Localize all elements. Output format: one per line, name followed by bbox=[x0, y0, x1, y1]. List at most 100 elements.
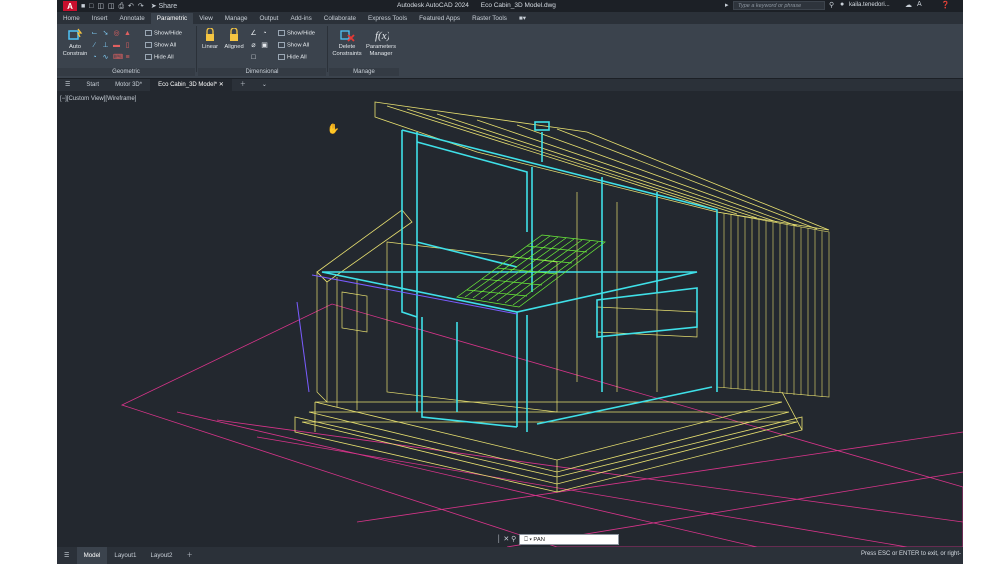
command-value: PAN bbox=[533, 536, 545, 543]
dimensional-show-hide-button[interactable]: Show/Hide bbox=[278, 30, 315, 37]
ribbon-tab-view[interactable]: View bbox=[193, 13, 219, 24]
layout-tab-model[interactable]: Model bbox=[76, 547, 108, 564]
ribbon-tab-featured-apps[interactable]: Featured Apps bbox=[413, 13, 466, 24]
dim-type-icon[interactable]: □ bbox=[250, 54, 257, 61]
geometric-show-all-button[interactable]: Show All bbox=[145, 42, 176, 49]
command-input[interactable]: ⎕ ▾ PAN bbox=[519, 533, 620, 545]
dimensional-panel: Linear Aligned ∠ ◔ ⌀ ▣ □ Show/Hide Show … bbox=[198, 26, 326, 76]
pan-hand-icon: ✋ bbox=[327, 122, 339, 135]
title-bar: A ■ □ ◫ ◫ ⎙ ↶ ↷ ➤ Share Autodesk AutoCAD… bbox=[57, 0, 963, 12]
diameter-icon[interactable]: ⌀ bbox=[250, 42, 257, 49]
status-bar: ☰ Model Layout1 Layout2 ＋ Press ESC or E… bbox=[57, 547, 963, 564]
layout-tab-layout1[interactable]: Layout1 bbox=[107, 547, 143, 564]
angular-icon[interactable]: ∠ bbox=[250, 30, 257, 37]
command-line-icons[interactable]: │ ✕ ⚲ bbox=[497, 535, 516, 543]
collinear-icon[interactable]: ➘ bbox=[102, 30, 109, 37]
cart-icon[interactable]: ☁ bbox=[905, 1, 912, 9]
ribbon-tab-add-ins[interactable]: Add-ins bbox=[284, 13, 317, 24]
right-wall-slats bbox=[716, 211, 830, 398]
status-message: Press ESC or ENTER to exit, or right- bbox=[860, 551, 961, 557]
ribbon-panel: Auto Constrain ⌙ ➘ ◎ ▲ ∕ ⊥ ▬ ▯ ◔ ∿ ⌨ ≡ S… bbox=[57, 24, 963, 79]
cyan-frame bbox=[321, 121, 718, 432]
vertical-icon[interactable]: ▯ bbox=[124, 42, 131, 49]
help-icon[interactable]: ❓ bbox=[941, 1, 950, 9]
file-tab-motor-3d[interactable]: Motor 3D* bbox=[107, 79, 150, 91]
ribbon-overflow-button[interactable]: ■▾ bbox=[513, 13, 532, 24]
chevron-right-icon[interactable]: ▸ bbox=[725, 1, 729, 9]
username[interactable]: kaila.tenedori... bbox=[849, 2, 890, 8]
convert-icon[interactable]: ▣ bbox=[261, 42, 268, 49]
layout-menu-icon[interactable]: ☰ bbox=[57, 547, 77, 564]
geometric-hide-all-button[interactable]: Hide All bbox=[145, 54, 174, 61]
show-all-icon bbox=[145, 42, 152, 48]
geometric-panel: Auto Constrain ⌙ ➘ ◎ ▲ ∕ ⊥ ▬ ▯ ◔ ∿ ⌨ ≡ S… bbox=[57, 26, 195, 76]
equal-icon[interactable]: ≡ bbox=[124, 54, 131, 61]
search-icon[interactable]: ⚲ bbox=[829, 1, 834, 9]
autodesk-app-icon[interactable]: A bbox=[917, 1, 922, 8]
user-icon[interactable]: ● bbox=[840, 1, 844, 8]
layout-tab-layout2[interactable]: Layout2 bbox=[143, 547, 179, 564]
parameters-manager-button[interactable]: f(x) Parameters Manager bbox=[365, 28, 397, 58]
ribbon-tab-collaborate[interactable]: Collaborate bbox=[318, 13, 362, 24]
green-roof-panel bbox=[456, 234, 606, 308]
tangent-icon[interactable]: ◔ bbox=[91, 54, 98, 61]
command-line[interactable]: │ ✕ ⚲ ⎕ ▾ PAN bbox=[497, 532, 620, 546]
linear-label: Linear bbox=[201, 44, 219, 50]
share-button[interactable]: ➤ Share bbox=[151, 2, 178, 10]
ribbon-tab-manage[interactable]: Manage bbox=[219, 13, 254, 24]
add-layout-button[interactable]: ＋ bbox=[179, 547, 199, 564]
dim-show-all-icon bbox=[278, 42, 285, 48]
app-menu-icon[interactable]: ☰ bbox=[57, 79, 78, 91]
ribbon-tab-output[interactable]: Output bbox=[254, 13, 285, 24]
perpendicular-icon[interactable]: ⊥ bbox=[102, 42, 109, 49]
autocad-logo[interactable]: A bbox=[63, 1, 77, 11]
ribbon-tab-parametric[interactable]: Parametric bbox=[150, 13, 194, 24]
deck bbox=[294, 391, 803, 493]
auto-constrain-button[interactable]: Auto Constrain bbox=[60, 28, 90, 58]
quick-access-toolbar[interactable]: ■ □ ◫ ◫ ⎙ ↶ ↷ bbox=[81, 2, 145, 11]
aligned-button[interactable]: Aligned bbox=[222, 28, 246, 51]
dimensional-hide-all-button[interactable]: Hide All bbox=[278, 54, 307, 61]
geometric-show-hide-button[interactable]: Show/Hide bbox=[145, 30, 182, 37]
geometric-panel-title[interactable]: Geometric bbox=[57, 68, 195, 76]
delete-constraints-icon bbox=[340, 30, 355, 42]
fix-lock-icon[interactable]: ▲ bbox=[124, 30, 131, 37]
close-icon[interactable]: ✕ bbox=[219, 82, 224, 88]
auto-constrain-label: Auto Constrain bbox=[62, 44, 88, 57]
window-title: Autodesk AutoCAD 2024 Eco Cabin_3D Model… bbox=[397, 2, 566, 9]
wireframe-cabin-model[interactable]: ✋ bbox=[57, 92, 963, 547]
ribbon-tab-annotate[interactable]: Annotate bbox=[114, 13, 151, 24]
ribbon-separator bbox=[327, 26, 328, 72]
view-controls-label[interactable]: [−][Custom View][Wireframe] bbox=[60, 96, 136, 102]
dim-show-hide-label: Show/Hide bbox=[287, 30, 316, 37]
ground-grid bbox=[120, 303, 963, 547]
coincident-icon[interactable]: ⌙ bbox=[91, 30, 98, 37]
smooth-icon[interactable]: ∿ bbox=[102, 54, 109, 61]
ribbon-tab-raster-tools[interactable]: Raster Tools bbox=[466, 13, 513, 24]
delete-constraints-button[interactable]: Delete Constraints bbox=[331, 28, 363, 58]
dimensional-panel-title[interactable]: Dimensional bbox=[198, 68, 326, 76]
dim-show-all-label: Show All bbox=[287, 42, 310, 49]
file-tab-eco-cabin[interactable]: Eco Cabin_3D Model* ✕ bbox=[150, 79, 232, 91]
delete-constraints-label: Delete Constraints bbox=[332, 44, 362, 57]
radius-icon[interactable]: ◔ bbox=[261, 30, 268, 37]
search-input[interactable]: Type a keyword or phrase bbox=[733, 1, 825, 10]
ribbon-tab-express-tools[interactable]: Express Tools bbox=[362, 13, 413, 24]
purple-edges bbox=[296, 274, 518, 393]
concentric-icon[interactable]: ◎ bbox=[113, 30, 120, 37]
autocad-window: A ■ □ ◫ ◫ ⎙ ↶ ↷ ➤ Share Autodesk AutoCAD… bbox=[57, 0, 963, 564]
parallel-icon[interactable]: ∕ bbox=[91, 42, 98, 49]
ribbon-tab-insert[interactable]: Insert bbox=[86, 13, 114, 24]
ribbon-tab-home[interactable]: Home bbox=[57, 13, 86, 24]
new-tab-button[interactable]: ＋ bbox=[232, 79, 254, 91]
horizontal-icon[interactable]: ▬ bbox=[113, 42, 120, 49]
share-label: Share bbox=[158, 3, 178, 10]
dimensional-show-all-button[interactable]: Show All bbox=[278, 42, 309, 49]
drawing-viewport[interactable]: ✋ [−][Custom View][Wireframe] │ ✕ ⚲ ⎕ ▾ … bbox=[57, 92, 963, 547]
tab-dropdown-icon[interactable]: ⌄ bbox=[254, 79, 275, 91]
symmetric-icon[interactable]: ⌨ bbox=[113, 54, 123, 61]
hide-all-label: Hide All bbox=[154, 54, 174, 61]
file-tab-start[interactable]: Start bbox=[78, 79, 107, 91]
linear-button[interactable]: Linear bbox=[200, 28, 220, 51]
dim-hide-all-label: Hide All bbox=[287, 54, 307, 61]
